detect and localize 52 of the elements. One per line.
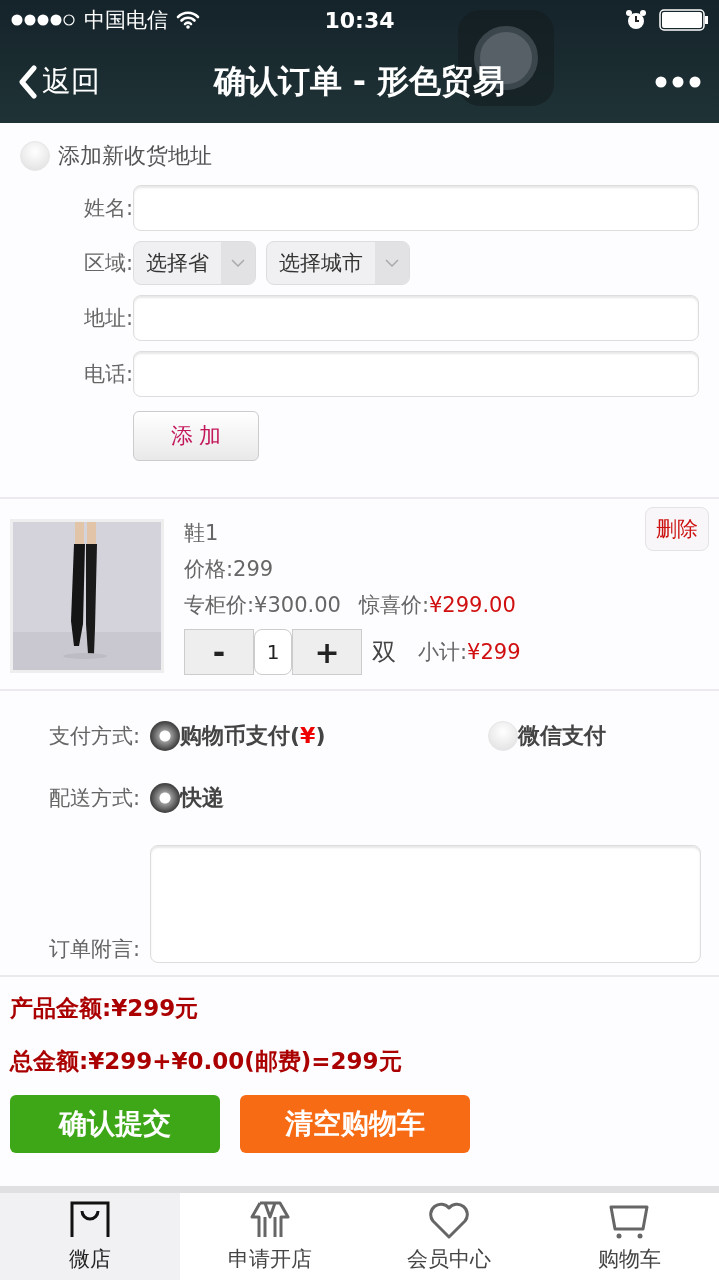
radio-label: 添加新收货地址 bbox=[58, 142, 212, 170]
total-amount: 总金额:¥299+¥0.00(邮费)=299元 bbox=[10, 1047, 403, 1076]
field-label: 地址: bbox=[82, 305, 133, 332]
battery-icon bbox=[659, 9, 709, 31]
radio-button[interactable] bbox=[20, 141, 50, 171]
field-label: 姓名: bbox=[82, 195, 133, 222]
field-label: 区域: bbox=[82, 250, 133, 277]
subtotal-value: ¥299 bbox=[467, 640, 521, 664]
status-time: 10:34 bbox=[324, 7, 395, 33]
message-field[interactable] bbox=[150, 845, 701, 963]
alarm-icon bbox=[625, 9, 647, 31]
plus-button[interactable]: + bbox=[292, 629, 362, 675]
field-label: 配送方式: bbox=[47, 785, 141, 812]
dropdown[interactable]: 选择城市 bbox=[266, 241, 410, 285]
input-field[interactable] bbox=[133, 351, 699, 397]
back-icon bbox=[18, 64, 38, 99]
price-label: 惊喜价: bbox=[358, 592, 429, 619]
dropdown[interactable]: 选择省 bbox=[133, 241, 256, 285]
field-label: 支付方式: bbox=[47, 723, 141, 750]
tab-item[interactable]: 微店 bbox=[0, 1193, 180, 1280]
delete-button[interactable]: 删除 bbox=[645, 507, 709, 551]
product-price: 价格:299 bbox=[184, 556, 275, 583]
input-field[interactable] bbox=[133, 185, 699, 231]
chevron-down-icon bbox=[231, 259, 245, 267]
product-amount: 产品金额:¥299元 bbox=[10, 994, 200, 1023]
radio-button[interactable] bbox=[150, 783, 180, 813]
option-label: 快递 bbox=[180, 784, 224, 812]
carrier-name: 中国电信 bbox=[84, 7, 168, 34]
price-label: 专柜价: bbox=[184, 592, 255, 619]
quantity-field[interactable]: 1 bbox=[254, 629, 292, 675]
counter-price: ¥300.00 bbox=[254, 593, 341, 617]
radio-button[interactable] bbox=[150, 721, 180, 751]
option-label: 微信支付 bbox=[518, 722, 606, 750]
back-label: 返回 bbox=[42, 62, 100, 100]
minus-button[interactable]: - bbox=[184, 629, 254, 675]
subtotal-label: 小计: bbox=[418, 639, 468, 666]
product-name: 鞋1 bbox=[184, 520, 220, 547]
signal-icon bbox=[10, 12, 76, 28]
option-label: 购物币支付(¥) bbox=[180, 722, 326, 750]
wifi-icon bbox=[176, 11, 200, 29]
page-title: 确认订单 - 形色贸易 bbox=[212, 60, 507, 102]
heart-icon bbox=[429, 1200, 470, 1241]
surprise-price: ¥299.00 bbox=[429, 593, 516, 617]
field-label: 电话: bbox=[82, 361, 133, 388]
unit-label: 双 bbox=[372, 637, 396, 668]
add-button[interactable]: 添 加 bbox=[133, 411, 259, 461]
input-field[interactable] bbox=[133, 295, 699, 341]
chevron-down-icon bbox=[385, 259, 399, 267]
more-icon bbox=[655, 75, 701, 88]
field-label: 订单附言: bbox=[47, 936, 141, 963]
radio-button[interactable] bbox=[488, 721, 518, 751]
back-button[interactable]: 返回 bbox=[18, 61, 188, 102]
